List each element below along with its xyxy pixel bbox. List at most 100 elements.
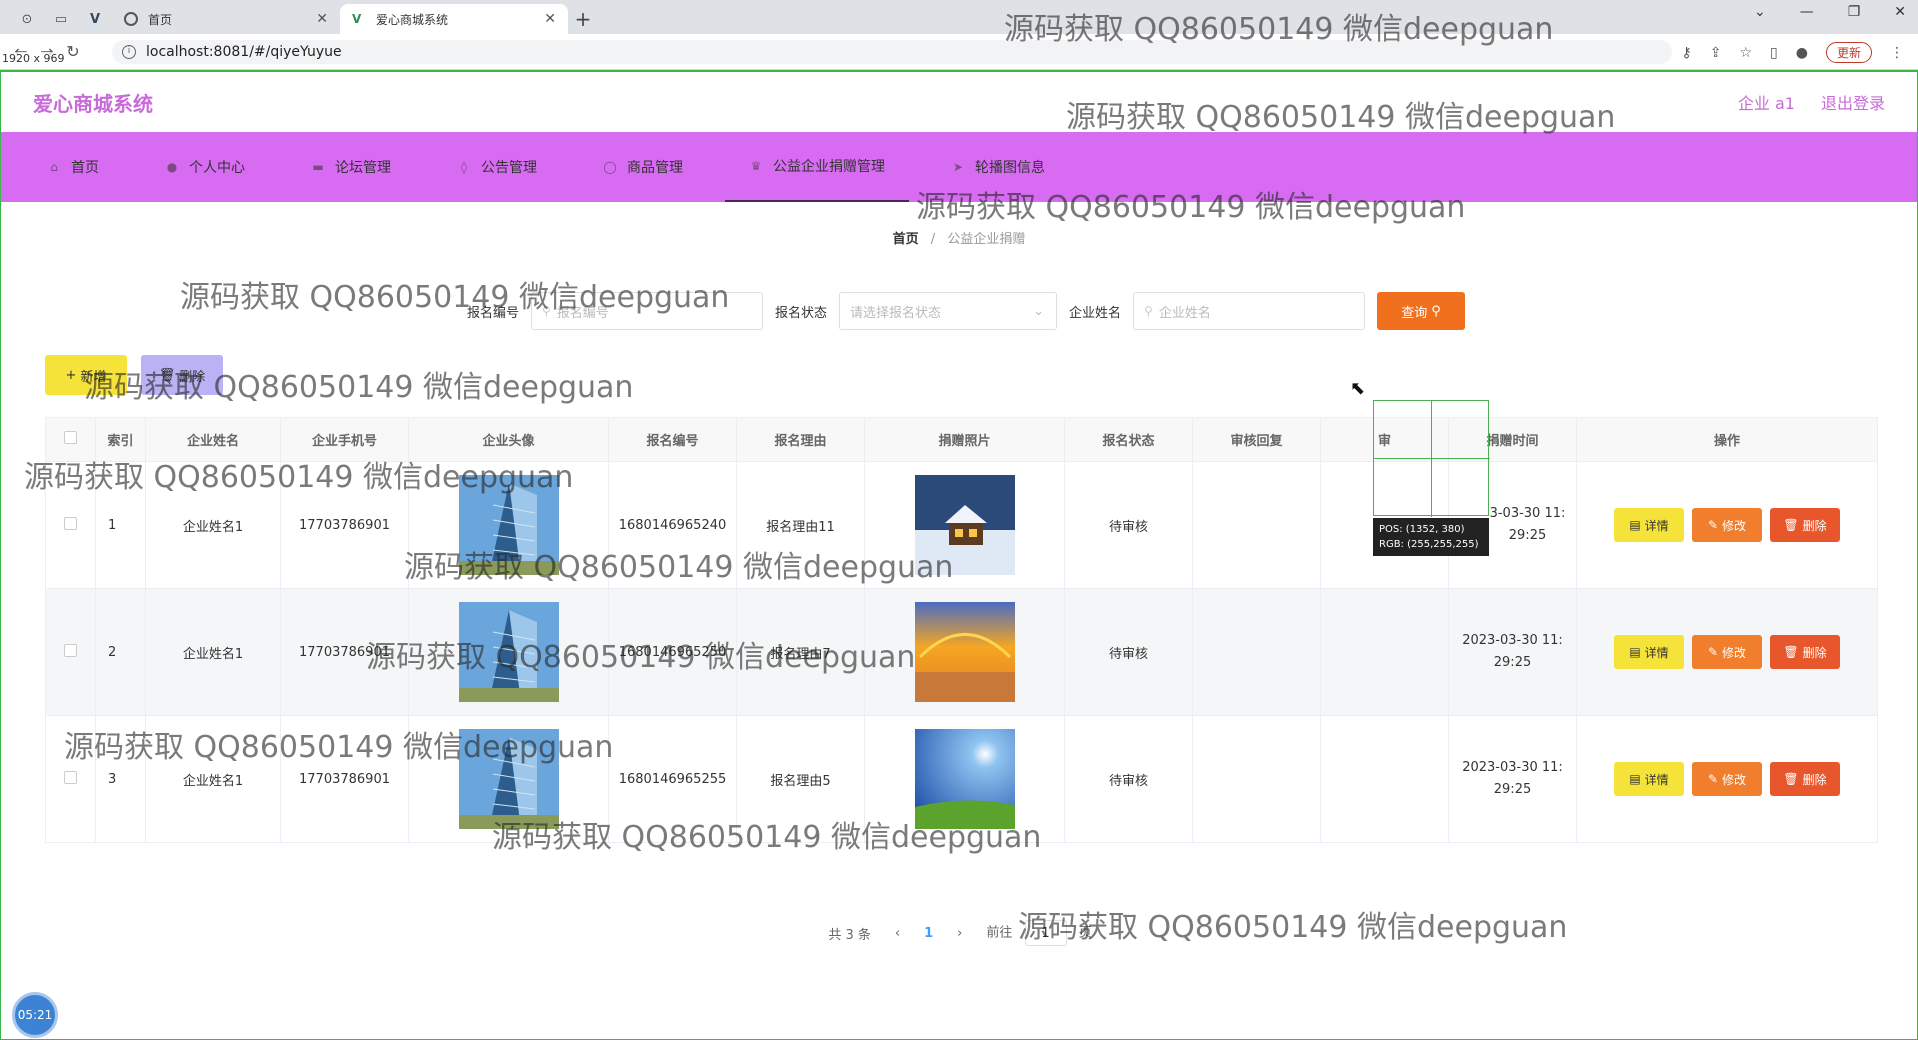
ops-cell: ▤ 详情 ✎ 修改 🗑 删除 — [1576, 461, 1878, 589]
app-page: 爱心商城系统 企业 a1 退出登录 ⌂ 首页 ● 个人中心 ▬ 论坛管理 ◊ 公… — [0, 70, 1918, 1040]
nav-item-home[interactable]: ⌂ 首页 — [23, 132, 123, 202]
photo-cell — [864, 461, 1065, 589]
nav-label: 个人中心 — [189, 160, 245, 176]
close-icon[interactable]: ✕ — [316, 11, 328, 27]
donation-photo-image[interactable] — [914, 729, 1015, 829]
nav-item-notice[interactable]: ◊ 公告管理 — [433, 132, 561, 202]
tab-favicon-github[interactable]: ⊙ — [10, 4, 44, 34]
edit-button[interactable]: ✎ 修改 — [1692, 635, 1762, 669]
browser-tab-active[interactable]: V 爱心商城系统 ✕ — [340, 4, 568, 34]
number-search-input[interactable]: ⚲ 报名编号 — [530, 292, 763, 330]
plus-icon: + — [65, 367, 77, 383]
picker-pos: POS: (1352, 380) — [1379, 524, 1465, 535]
nav-item-forum[interactable]: ▬ 论坛管理 — [287, 132, 415, 202]
close-icon[interactable]: ✕ — [544, 11, 556, 27]
status-select[interactable]: 请选择报名状态 ⌄ — [839, 292, 1057, 330]
add-label: 新增 — [80, 369, 107, 385]
nav-item-donation[interactable]: ♛ 公益企业捐赠管理 — [725, 132, 909, 202]
donation-photo-image[interactable] — [914, 602, 1015, 702]
main-nav: ⌂ 首页 ● 个人中心 ▬ 论坛管理 ◊ 公告管理 ◯ 商品管理 ♛ 公益企业捐… — [1, 132, 1917, 202]
prev-page-icon[interactable]: ‹ — [895, 926, 900, 941]
column-header: 操作 — [1576, 417, 1878, 462]
app-logo: 爱心商城系统 — [33, 91, 153, 116]
company-search-input[interactable]: ⚲ 企业姓名 — [1133, 292, 1366, 330]
nav-item-goods[interactable]: ◯ 商品管理 — [579, 132, 707, 202]
share-icon[interactable]: ⇪ — [1710, 45, 1722, 61]
company-avatar-image[interactable] — [458, 475, 559, 575]
batch-delete-button[interactable]: 🗑 删除 — [141, 355, 223, 395]
nav-label: 轮播图信息 — [975, 160, 1045, 176]
donation-photo-image[interactable] — [914, 475, 1015, 575]
photo-cell — [864, 588, 1065, 716]
nav-item-profile[interactable]: ● 个人中心 — [141, 132, 269, 202]
tab-favicon-vue[interactable]: V — [78, 4, 112, 34]
breadcrumb-home[interactable]: 首页 — [893, 232, 919, 247]
profile-icon[interactable]: ● — [1796, 45, 1808, 61]
trash-icon: 🗑 — [158, 367, 176, 383]
nav-item-carousel[interactable]: ➤ 轮播图信息 — [927, 132, 1069, 202]
key-icon[interactable]: ⚷ — [1681, 45, 1691, 61]
time-cell: 2023-03-30 11: 29:25 — [1448, 588, 1577, 716]
company-name-cell: 企业姓名1 — [145, 588, 281, 716]
new-tab-button[interactable]: + — [568, 4, 598, 34]
goto-page-input[interactable]: 1 — [1024, 920, 1067, 946]
picker-tooltip: POS: (1352, 380) RGB: (255,255,255) — [1373, 518, 1489, 556]
edit-label: 修改 — [1722, 645, 1747, 660]
delete-button[interactable]: 🗑 删除 — [1770, 635, 1840, 669]
picker-crosshair — [1431, 401, 1432, 517]
company-avatar-image[interactable] — [458, 602, 559, 702]
edit-button[interactable]: ✎ 修改 — [1692, 762, 1762, 796]
url-field[interactable]: i localhost:8081/#/qiyeYuyue — [112, 40, 1672, 64]
checkbox-cell — [45, 461, 96, 589]
tab-favicon-blank[interactable]: ▭ — [44, 4, 78, 34]
delete-button[interactable]: 🗑 删除 — [1770, 508, 1840, 542]
query-button[interactable]: 查询 ⚲ — [1377, 292, 1466, 330]
info-icon[interactable]: i — [122, 45, 136, 59]
delete-label: 删除 — [179, 369, 206, 385]
restore-icon[interactable]: ❐ — [1848, 4, 1861, 20]
picker-crosshair — [1374, 458, 1490, 459]
detail-button[interactable]: ▤ 详情 — [1614, 762, 1684, 796]
index-cell: 2 — [95, 588, 146, 716]
add-button[interactable]: + 新增 — [45, 355, 127, 395]
user-area: 企业 a1 退出登录 — [1738, 90, 1885, 114]
chevron-down-icon[interactable]: ⌄ — [1754, 4, 1766, 20]
phone-cell: 17703786901 — [280, 588, 409, 716]
sidebar-icon[interactable]: ▯ — [1770, 45, 1778, 61]
column-header: 审核回复 — [1192, 417, 1321, 462]
menu-icon[interactable]: ⋮ — [1890, 45, 1904, 61]
edit-button[interactable]: ✎ 修改 — [1692, 508, 1762, 542]
nav-label: 公告管理 — [481, 160, 537, 176]
star-icon[interactable]: ☆ — [1739, 45, 1752, 61]
minimize-icon[interactable]: — — [1800, 4, 1814, 20]
search-label-company: 企业姓名 — [1069, 305, 1122, 321]
number-cell: 1680146965250 — [608, 588, 737, 716]
window-controls: ⌄ — ❐ ✕ — [1754, 4, 1906, 20]
row-checkbox[interactable] — [64, 770, 77, 784]
number-cell: 1680146965240 — [608, 461, 737, 589]
update-button[interactable]: 更新 — [1825, 42, 1872, 63]
time-line: 3-03-30 11: — [1489, 506, 1566, 521]
current-user[interactable]: 企业 a1 — [1738, 90, 1795, 114]
page-number[interactable]: 1 — [924, 926, 933, 941]
goto-group: 前往 1 页 — [986, 920, 1092, 946]
logout-link[interactable]: 退出登录 — [1821, 90, 1885, 114]
select-all-checkbox[interactable] — [64, 431, 77, 444]
send-icon: ➤ — [952, 160, 964, 174]
trash-icon: 🗑 — [1783, 772, 1799, 786]
company-avatar-image[interactable] — [458, 729, 559, 829]
detail-button[interactable]: ▤ 详情 — [1614, 508, 1684, 542]
reason-cell: 报名理由5 — [736, 715, 865, 843]
delete-button[interactable]: 🗑 删除 — [1770, 762, 1840, 796]
phone-cell: 17703786901 — [280, 461, 409, 589]
next-page-icon[interactable]: › — [957, 926, 962, 941]
column-header: 索引 — [95, 417, 146, 462]
row-checkbox[interactable] — [64, 516, 77, 530]
avatar-cell — [408, 715, 609, 843]
table-row: 3 企业姓名1 17703786901 1680146965255 报名理由5 … — [45, 715, 1878, 843]
browser-tab-home[interactable]: 首页 ✕ — [112, 4, 340, 34]
row-checkbox[interactable] — [64, 643, 77, 657]
close-window-icon[interactable]: ✕ — [1894, 4, 1906, 20]
doc-icon: ▤ — [1629, 645, 1641, 659]
detail-button[interactable]: ▤ 详情 — [1614, 635, 1684, 669]
